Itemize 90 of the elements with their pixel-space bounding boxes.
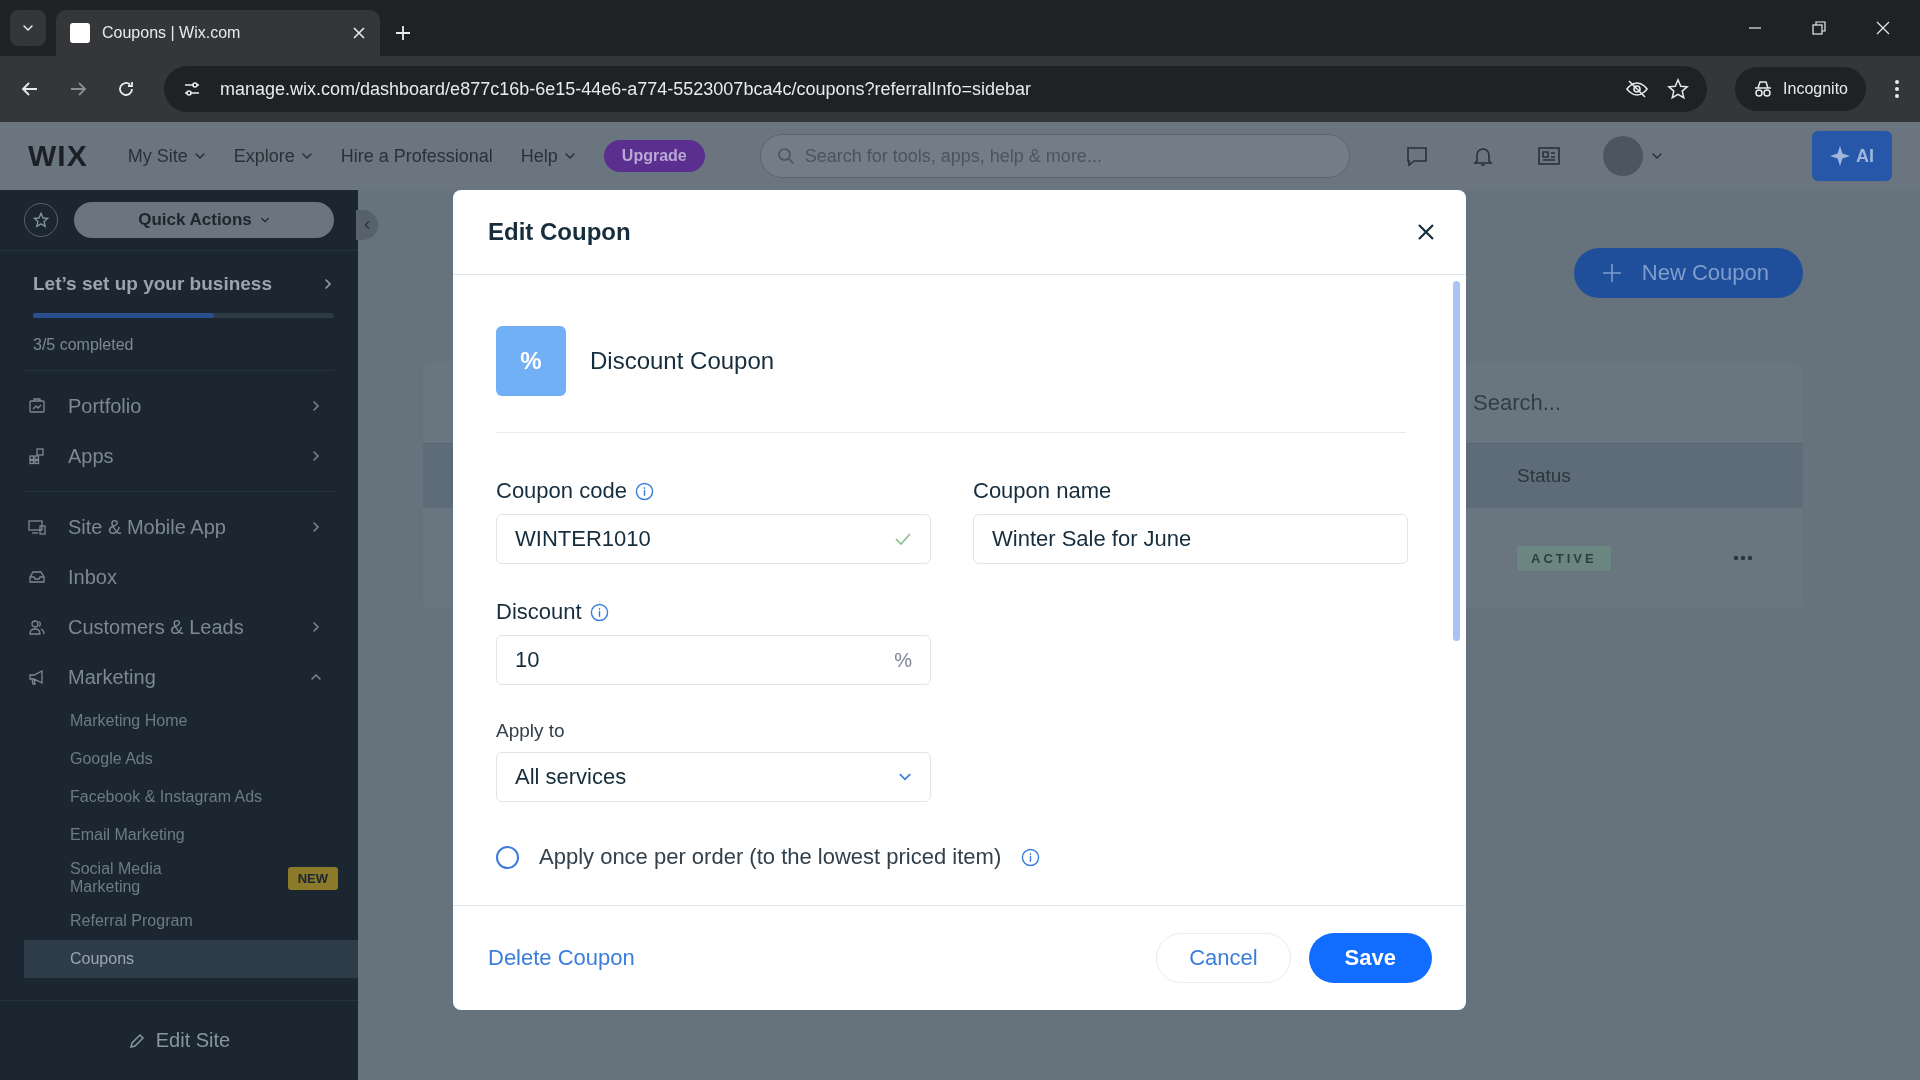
field-label: Apply to [496, 720, 565, 742]
nav-menu-item[interactable]: Explore [233, 145, 313, 167]
megaphone-icon [28, 668, 46, 686]
progress-text: 3/5 completed [33, 336, 135, 354]
sidebar-subitem[interactable]: Facebook & Instagram Ads [24, 778, 358, 816]
sidebar-subitem[interactable]: Referral Program [24, 902, 358, 940]
sparkle-icon [1830, 146, 1850, 166]
site-info-icon[interactable] [182, 79, 202, 99]
sidebar-item[interactable]: Marketing [24, 652, 334, 702]
sidebar-item[interactable]: Inbox [24, 552, 334, 602]
new-tab-icon[interactable] [394, 24, 412, 42]
reload-icon[interactable] [116, 79, 136, 99]
caret-icon [563, 150, 576, 162]
new-coupon-button[interactable]: New Coupon [1573, 248, 1803, 298]
portfolio-icon [28, 397, 46, 415]
sidebar-subitem[interactable]: Coupons [24, 940, 358, 978]
tab-title: Coupons | Wix.com [102, 24, 242, 42]
field-label: Discount [496, 599, 582, 625]
sidebar-item[interactable]: Apps [24, 431, 334, 481]
devices-icon [28, 518, 46, 536]
star-icon [33, 212, 49, 228]
chevron-right-icon [310, 450, 322, 462]
caret-icon [193, 150, 206, 162]
sidebar-subitem[interactable]: Email Marketing [24, 816, 358, 854]
search-icon [776, 147, 795, 165]
chevron-left-icon [362, 220, 372, 230]
nav-menu-item[interactable]: My Site [127, 145, 206, 167]
people-icon [28, 618, 46, 636]
search-field[interactable]: Search... [1473, 389, 1683, 416]
browser-tab[interactable]: Coupons | Wix.com [56, 10, 380, 56]
discount-field[interactable]: 10 % [496, 635, 931, 685]
plus-icon [1601, 263, 1622, 283]
sidebar-subitem[interactable]: Google Ads [24, 740, 358, 778]
field-label: Coupon code [496, 478, 627, 504]
percent-icon: % [496, 326, 566, 396]
save-button[interactable]: Save [1308, 933, 1432, 983]
newspaper-icon[interactable] [1536, 144, 1561, 168]
apps-icon [28, 447, 46, 465]
pencil-icon [127, 1031, 146, 1050]
coupon-name-field[interactable]: Winter Sale for June [973, 514, 1408, 564]
tab-list-button[interactable] [10, 10, 46, 46]
inbox-icon [28, 568, 46, 586]
chevron-right-icon [310, 400, 322, 412]
coupon-code-field[interactable]: WINTER1010 [496, 514, 931, 564]
radio-button[interactable] [496, 845, 519, 869]
site-favicon-icon [70, 23, 90, 43]
sidebar-subitem[interactable]: Marketing Home [24, 702, 358, 740]
column-header[interactable]: Status [1483, 465, 1683, 487]
caret-icon [1650, 150, 1663, 162]
sidebar-subitem[interactable]: Social Media Marketing NEW [24, 854, 358, 902]
new-badge: NEW [287, 866, 338, 890]
upgrade-button[interactable]: Upgrade [603, 140, 705, 172]
chevron-up-icon [310, 671, 322, 683]
nav-menu-item[interactable]: Hire a Professional [340, 145, 493, 167]
quick-actions-button[interactable]: Quick Actions [74, 202, 334, 238]
chevron-right-icon [310, 521, 322, 533]
incognito-indicator[interactable]: Incognito [1735, 67, 1866, 111]
dialog-title: Edit Coupon [488, 218, 631, 246]
apply-to-dropdown[interactable]: All services [496, 752, 931, 802]
info-icon[interactable] [589, 602, 609, 622]
sidebar-item[interactable]: Customers & Leads [24, 602, 334, 652]
field-label: Coupon name [973, 478, 1112, 504]
address-bar[interactable]: manage.wix.com/dashboard/e877c16b-6e15-44e6-a774-5523007bca4c/coupons?referralInfo=sidebar [164, 66, 1708, 112]
delete-coupon-link[interactable]: Delete Coupon [488, 945, 635, 971]
restore-icon[interactable] [1812, 21, 1826, 35]
chat-icon[interactable] [1404, 144, 1429, 168]
wix-logo[interactable]: WIX [28, 139, 88, 173]
close-icon[interactable] [1416, 222, 1436, 242]
more-actions-icon[interactable] [1733, 555, 1753, 561]
sidebar-item[interactable]: Site & Mobile App [24, 502, 334, 552]
status-badge: ACTIVE [1517, 545, 1611, 571]
cancel-button[interactable]: Cancel [1156, 933, 1291, 983]
caret-icon [22, 22, 34, 34]
chevron-right-icon [310, 621, 322, 633]
info-icon[interactable] [1021, 847, 1041, 867]
chevron-right-icon [322, 278, 334, 290]
info-icon[interactable] [634, 481, 654, 501]
percent-suffix: % [894, 648, 912, 672]
caret-icon [300, 150, 313, 162]
sidebar-item[interactable]: Portfolio [24, 381, 334, 431]
menu-icon[interactable] [1894, 79, 1900, 99]
scrollbar[interactable] [1453, 281, 1460, 641]
ai-button[interactable]: AI [1812, 131, 1892, 181]
nav-menu-item[interactable]: Help [520, 145, 576, 167]
setup-title[interactable]: Let’s set up your business [33, 273, 272, 295]
option-label[interactable]: Apply once per order (to the lowest priced item) [539, 844, 1002, 870]
coupon-type: Discount Coupon [590, 347, 775, 375]
star-icon[interactable] [1667, 78, 1690, 100]
caret-icon [259, 215, 270, 225]
incognito-icon [1753, 80, 1774, 98]
